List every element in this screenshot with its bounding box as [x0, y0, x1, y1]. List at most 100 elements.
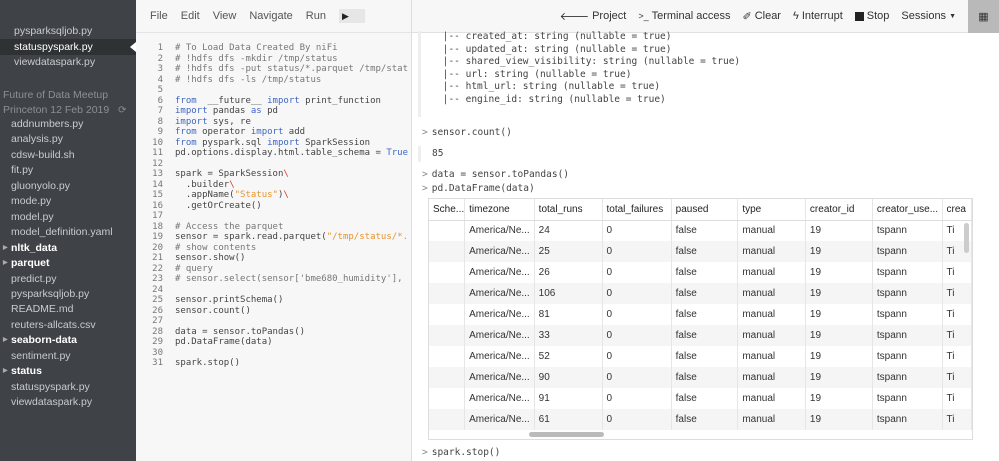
sidebar-file[interactable]: cdsw-build.sh: [0, 147, 136, 163]
interrupt-button[interactable]: ϟInterrupt: [793, 10, 843, 22]
table-cell: [429, 325, 465, 346]
table-cell: [429, 262, 465, 283]
folder-expand-icon[interactable]: ▶: [3, 363, 8, 379]
menu-file[interactable]: File: [150, 10, 168, 22]
line-number: 6: [136, 96, 163, 107]
menu-navigate[interactable]: Navigate: [249, 10, 292, 22]
sidebar-file[interactable]: statuspyspark.py: [0, 379, 136, 395]
play-icon: ▶: [342, 11, 349, 22]
folder-expand-icon[interactable]: ▶: [3, 332, 8, 348]
column-header[interactable]: creator_use...: [872, 199, 942, 220]
sidebar-folder[interactable]: ▶seaborn-data: [0, 332, 136, 348]
table-cell: Ti: [942, 283, 972, 304]
menu-view[interactable]: View: [213, 10, 237, 22]
sidebar-file[interactable]: reuters-allcats.csv: [0, 317, 136, 333]
table-row: America/Ne...1060falsemanual19tspannTi: [429, 283, 972, 304]
horizontal-scrollbar[interactable]: [529, 432, 604, 437]
code-token: add: [283, 127, 305, 138]
column-header[interactable]: total_failures: [602, 199, 671, 220]
code-line: 10from pyspark.sql import SparkSession: [136, 138, 408, 149]
table-cell: tspann: [872, 367, 942, 388]
folder-expand-icon[interactable]: ▶: [3, 255, 8, 271]
sidebar-folder[interactable]: ▶status: [0, 363, 136, 379]
line-number: 12: [136, 159, 163, 170]
table-cell: Ti: [942, 304, 972, 325]
sidebar-file[interactable]: model_definition.yaml: [0, 224, 136, 240]
code-token: "Status": [235, 190, 278, 201]
sidebar-file[interactable]: mode.py: [0, 193, 136, 209]
line-number: 20: [136, 243, 163, 254]
code-line: 19sensor = spark.read.parquet("/tmp/stat…: [136, 232, 408, 243]
table-cell: America/Ne...: [465, 283, 535, 304]
table-cell: 0: [602, 388, 671, 409]
schema-line: |-- updated_at: string (nullable = true): [437, 44, 740, 57]
code-line: 9from operator import add: [136, 127, 408, 138]
clear-button[interactable]: ✐Clear: [742, 10, 781, 23]
sidebar-file[interactable]: addnumbers.py: [0, 116, 136, 132]
sidebar-item-label: status: [11, 365, 42, 377]
command-text: data = sensor.toPandas(): [432, 169, 569, 180]
sidebar-file[interactable]: model.py: [0, 209, 136, 225]
table-cell: [429, 283, 465, 304]
column-header[interactable]: Sche...: [429, 199, 465, 220]
code-line: 12: [136, 159, 408, 170]
line-number: 8: [136, 117, 163, 128]
sidebar-file[interactable]: pysparksqljob.py: [0, 23, 136, 39]
editor-menubar: File Edit View Navigate Run ▶: [136, 0, 411, 33]
sidebar-folder[interactable]: ▶nltk_data: [0, 240, 136, 256]
prompt-icon: >: [422, 183, 428, 194]
column-header[interactable]: paused: [671, 199, 738, 220]
column-header[interactable]: total_runs: [534, 199, 602, 220]
interrupt-label: Interrupt: [802, 10, 843, 22]
line-number: 2: [136, 54, 163, 65]
table-cell: Ti: [942, 325, 972, 346]
sidebar-file[interactable]: viewdataspark.py: [0, 54, 136, 70]
folder-expand-icon[interactable]: ▶: [3, 240, 8, 256]
project-button[interactable]: 🡐Project: [560, 9, 627, 23]
dataframe-table[interactable]: Sche...timezonetotal_runstotal_failuresp…: [428, 198, 973, 440]
sessions-dropdown[interactable]: Sessions▼: [901, 10, 956, 22]
column-header[interactable]: timezone: [465, 199, 535, 220]
refresh-icon[interactable]: ⟳: [118, 105, 126, 116]
table-cell: 33: [534, 325, 602, 346]
table-cell: [429, 220, 465, 241]
table-row: America/Ne...240falsemanual19tspannTi: [429, 220, 972, 241]
menu-edit[interactable]: Edit: [181, 10, 200, 22]
column-header[interactable]: creator_id: [805, 199, 872, 220]
sidebar-file[interactable]: predict.py: [0, 271, 136, 287]
sidebar-file[interactable]: statuspyspark.py: [0, 39, 136, 55]
sidebar-file[interactable]: README.md: [0, 301, 136, 317]
vertical-scrollbar[interactable]: [964, 223, 969, 253]
apps-grid-button[interactable]: ▦: [968, 0, 999, 33]
code-line: 29pd.DataFrame(data): [136, 337, 408, 348]
sidebar-file[interactable]: gluonyolo.py: [0, 178, 136, 194]
line-number: 22: [136, 264, 163, 275]
line-number: 17: [136, 211, 163, 222]
code-token: sensor.count(): [175, 306, 251, 317]
code-token: print_function: [300, 96, 381, 107]
run-button[interactable]: ▶: [339, 9, 365, 23]
column-header[interactable]: type: [738, 199, 806, 220]
code-token: spark.stop(): [175, 358, 240, 369]
sidebar-file[interactable]: viewdataspark.py: [0, 394, 136, 410]
project-title: Future of Data Meetup Princeton 12 Feb 2…: [3, 88, 127, 118]
sidebar-file[interactable]: analysis.py: [0, 131, 136, 147]
column-header[interactable]: crea: [942, 199, 972, 220]
code-token: \: [283, 190, 288, 201]
menu-run[interactable]: Run: [306, 10, 326, 22]
table-cell: [429, 346, 465, 367]
sidebar-folder[interactable]: ▶parquet: [0, 255, 136, 271]
table-cell: false: [671, 325, 738, 346]
count-output: 85: [418, 146, 443, 162]
code-token: sys, re: [208, 117, 251, 128]
table-cell: America/Ne...: [465, 241, 535, 262]
code-token: \: [283, 169, 288, 180]
code-editor-pane: File Edit View Navigate Run ▶ 1# To Load Data…: [136, 0, 412, 461]
stop-button[interactable]: Stop: [855, 10, 890, 22]
sidebar-file[interactable]: sentiment.py: [0, 348, 136, 364]
sidebar-file[interactable]: fit.py: [0, 162, 136, 178]
code-line: 5: [136, 85, 408, 96]
code-editor[interactable]: 1# To Load Data Created By niFi2# !hdfs …: [136, 43, 408, 369]
terminal-access-button[interactable]: >_Terminal access: [638, 10, 730, 22]
sidebar-file[interactable]: pysparksqljob.py: [0, 286, 136, 302]
